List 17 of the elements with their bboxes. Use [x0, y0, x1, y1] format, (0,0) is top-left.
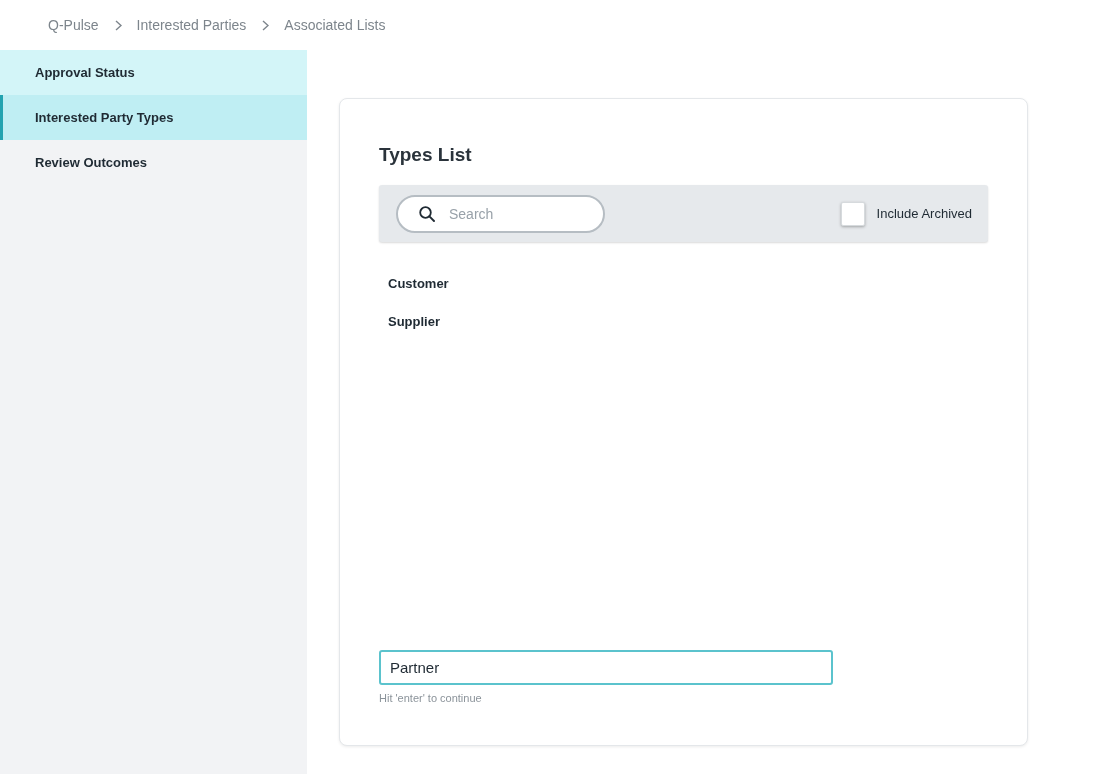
list-item[interactable]: Supplier: [388, 314, 440, 329]
sidebar-item[interactable]: Interested Party Types: [0, 95, 307, 140]
breadcrumb-current: Associated Lists: [284, 17, 386, 33]
breadcrumb-link[interactable]: Q-Pulse: [48, 17, 99, 33]
checkbox[interactable]: [840, 201, 865, 226]
breadcrumb-link[interactable]: Interested Parties: [136, 17, 247, 33]
new-item-input[interactable]: Partner: [379, 650, 833, 685]
checkbox-label: Include Archived: [876, 206, 972, 221]
search-icon: [419, 205, 435, 222]
input-hint: Hit 'enter' to continue: [379, 692, 482, 704]
chevron-right-icon: [114, 19, 122, 31]
chevron-right-icon: [262, 19, 270, 31]
list-item[interactable]: Customer: [388, 276, 449, 291]
search-field[interactable]: Search: [396, 194, 605, 233]
sidebar-item[interactable]: Review Outcomes: [0, 140, 307, 185]
sidebar-item[interactable]: Approval Status: [0, 50, 307, 95]
card-title: Types List: [379, 143, 472, 167]
